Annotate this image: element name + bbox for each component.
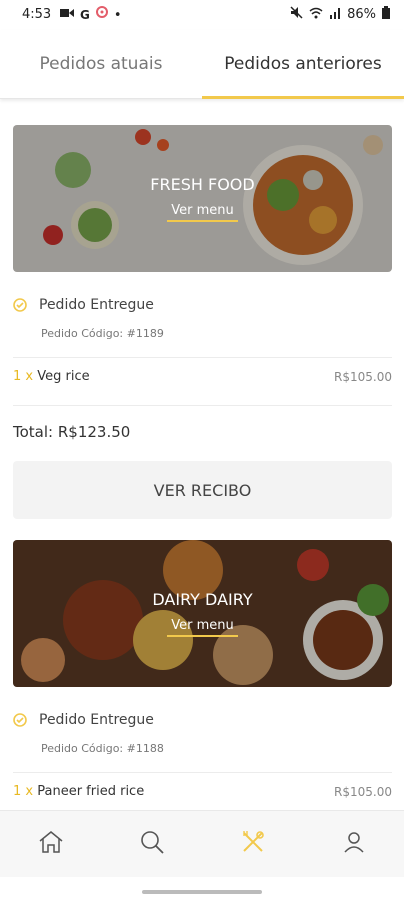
search-icon <box>139 829 165 859</box>
restaurant-name: FRESH FOOD <box>150 175 255 194</box>
nav-search[interactable] <box>132 824 172 864</box>
order-code: Pedido Código: #1189 <box>41 327 164 340</box>
banner-overlay <box>13 125 392 272</box>
order-item: 1 x Paneer fried rice R$105.00 <box>13 784 392 799</box>
order-code: Pedido Código: #1188 <box>41 742 164 755</box>
g-icon: G <box>80 8 90 22</box>
orders-list[interactable]: FRESH FOOD Ver menu Pedido Entregue Pedi… <box>0 99 404 810</box>
order-tabs: Pedidos atuais Pedidos anteriores <box>0 30 404 99</box>
view-menu-label: Ver menu <box>167 203 238 222</box>
item-qty: 1 x <box>13 784 34 799</box>
order-total: Total: R$123.50 <box>13 423 131 441</box>
divider <box>13 405 392 406</box>
tab-previous-orders[interactable]: Pedidos anteriores <box>202 30 404 99</box>
item-name: Paneer fried rice <box>37 784 145 799</box>
video-icon <box>60 7 74 23</box>
item-name: Veg rice <box>37 369 90 384</box>
wifi-icon <box>309 7 323 23</box>
status-right: 86% <box>290 6 390 23</box>
banner-overlay <box>13 540 392 687</box>
divider <box>13 357 392 358</box>
location-icon <box>95 6 108 24</box>
battery-text: 86% <box>347 7 376 22</box>
order-status-text: Pedido Entregue <box>39 712 154 728</box>
dot-icon: • <box>113 7 122 23</box>
home-icon <box>38 830 64 858</box>
divider <box>13 772 392 773</box>
order-item: 1 x Veg rice R$105.00 <box>13 369 392 384</box>
item-price: R$105.00 <box>334 784 392 799</box>
gesture-bar <box>142 890 262 894</box>
nav-profile[interactable] <box>334 824 374 864</box>
view-receipt-button[interactable]: VER RECIBO <box>13 461 392 519</box>
item-price: R$105.00 <box>334 369 392 384</box>
delivered-check-icon <box>13 713 27 727</box>
mute-icon <box>290 6 303 23</box>
nav-orders[interactable] <box>233 824 273 864</box>
item-qty: 1 x <box>13 369 34 384</box>
delivered-check-icon <box>13 298 27 312</box>
signal-icon <box>329 7 341 23</box>
battery-icon <box>382 6 390 23</box>
order-status: Pedido Entregue Pedido Código: #1189 <box>13 297 392 340</box>
view-menu-label: Ver menu <box>167 618 238 637</box>
profile-icon <box>342 830 366 858</box>
fork-spoon-icon <box>240 829 266 859</box>
status-bar: 4:53 G • 86% <box>0 0 404 30</box>
status-time: 4:53 <box>22 7 52 22</box>
restaurant-name: DAIRY DAIRY <box>152 590 253 609</box>
view-menu-link[interactable]: Ver menu <box>13 203 392 222</box>
bottom-nav <box>0 810 404 877</box>
restaurant-banner[interactable]: FRESH FOOD Ver menu <box>13 125 392 272</box>
status-left-icons: G • <box>60 6 122 24</box>
view-menu-link[interactable]: Ver menu <box>13 618 392 637</box>
order-status-text: Pedido Entregue <box>39 297 154 313</box>
tab-current-orders[interactable]: Pedidos atuais <box>0 30 202 98</box>
order-status: Pedido Entregue Pedido Código: #1188 <box>13 712 392 755</box>
restaurant-banner[interactable]: DAIRY DAIRY Ver menu <box>13 540 392 687</box>
nav-home[interactable] <box>31 824 71 864</box>
